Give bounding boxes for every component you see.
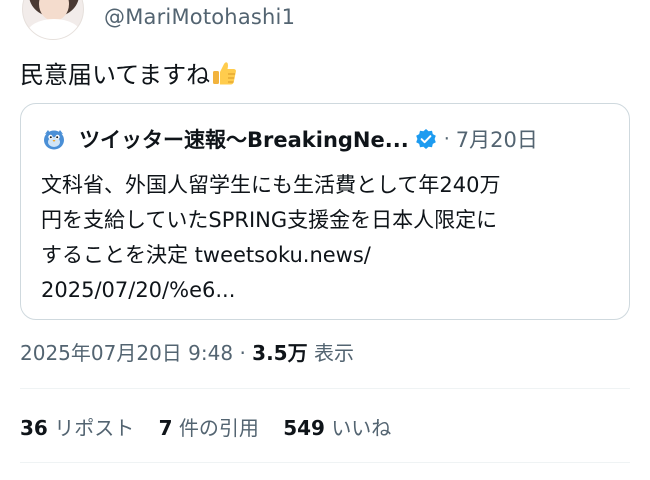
header-separator: · [443,128,450,150]
views-label: 表示 [313,341,354,365]
likes-count: 549 [283,416,325,440]
meta-separator: · [239,341,246,365]
divider [20,462,630,463]
quoted-body-line[interactable]: することを決定 tweetsoku.news/ [41,238,621,273]
quotes-count: 7 [158,416,173,440]
likes-label: いいね [331,416,392,440]
engagement-stats: 36 リポスト 7 件の引用 549 いいね [20,412,409,441]
reposts-count: 36 [20,416,48,440]
author-handle[interactable]: @MariMotohashi1 [104,5,295,29]
bird-mascot-icon [44,130,64,150]
quotes-label: 件の引用 [178,416,259,440]
divider [20,388,630,389]
quoted-tweet-header: ツイッター速報〜BreakingNe... · 7月20日 [41,124,538,154]
quoted-body-line: 円を支給していたSPRING支援金を日本人限定に [41,208,498,232]
quoted-tweet-card[interactable]: ツイッター速報〜BreakingNe... · 7月20日 文科省、外国人留学生… [20,103,630,320]
tweet-text: 民意届いてますね [20,58,238,92]
tweet-text-content: 民意届いてますね [20,61,211,89]
avatar-collar [27,19,81,39]
quoted-body-line[interactable]: 2025/07/20/%e6... [41,273,621,308]
verified-badge-icon [415,129,436,149]
likes-stat[interactable]: 549 いいね [283,416,391,440]
author-avatar[interactable] [22,0,84,40]
quoted-account-name[interactable]: ツイッター速報〜BreakingNe... [79,124,409,154]
quoted-body-line: 文科省、外国人留学生にも生活費として年240万 [41,173,501,197]
quoted-tweet-body: 文科省、外国人留学生にも生活費として年240万 円を支給していたSPRING支援… [41,168,621,308]
reposts-stat[interactable]: 36 リポスト [20,416,134,440]
tweet-timestamp[interactable]: 2025年07月20日 9:48 [20,341,233,365]
avatar-face [39,0,69,21]
thumbs-up-emoji-icon [213,62,237,85]
views-count: 3.5万 [252,341,308,365]
reposts-label: リポスト [54,416,135,440]
quotes-stat[interactable]: 7 件の引用 [159,416,259,440]
tweet-meta: 2025年07月20日 9:48 · 3.5万 表示 [20,337,354,366]
quoted-tweet-date[interactable]: 7月20日 [456,124,538,154]
